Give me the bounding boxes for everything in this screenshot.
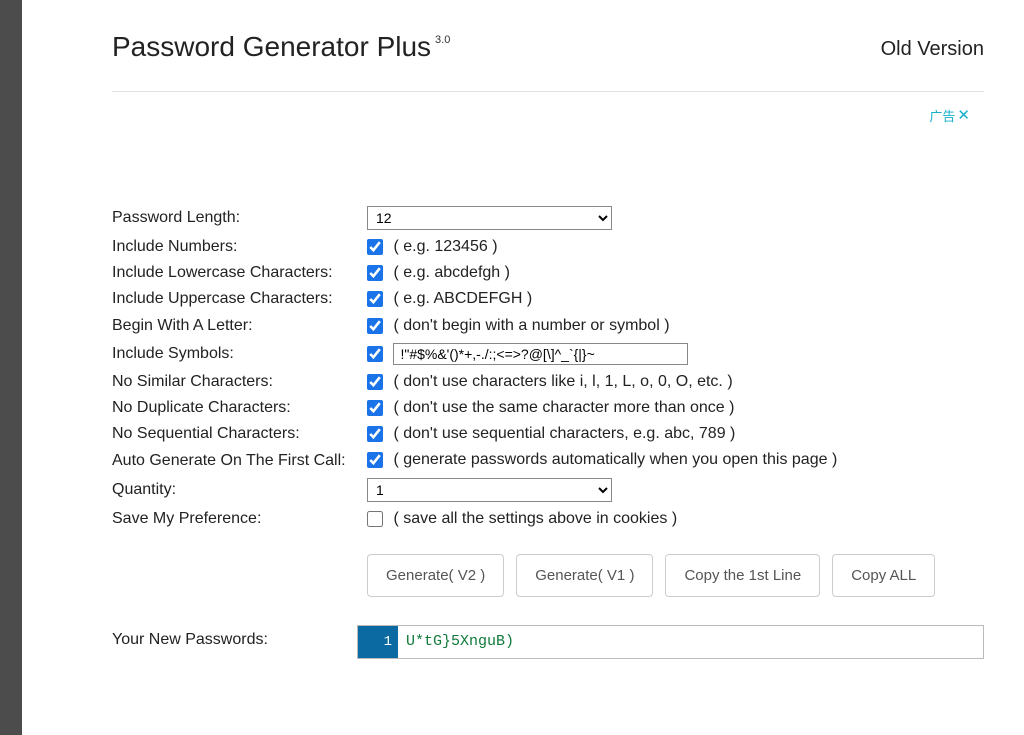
label-length: Password Length: <box>112 202 367 234</box>
old-version-link[interactable]: Old Version <box>881 32 984 61</box>
hint-seq: ( don't use sequential characters, e.g. … <box>393 425 735 442</box>
no-similar-checkbox[interactable] <box>367 374 383 390</box>
label-save: Save My Preference: <box>112 506 367 532</box>
hint-numbers: ( e.g. 123456 ) <box>393 238 497 255</box>
settings-form: Password Length: 12 Include Numbers: ( e… <box>112 202 935 601</box>
password-length-select[interactable]: 12 <box>367 206 612 230</box>
symbols-input[interactable] <box>393 343 688 365</box>
ad-area: 广告 ✕ <box>112 92 984 202</box>
output-box[interactable]: 1 U*tG}5XnguB) <box>357 625 984 659</box>
hint-lower: ( e.g. abcdefgh ) <box>393 264 510 281</box>
save-preference-checkbox[interactable] <box>367 511 383 527</box>
version-badge: 3.0 <box>435 34 450 46</box>
include-numbers-checkbox[interactable] <box>367 239 383 255</box>
header: Password Generator Plus 3.0 Old Version <box>112 0 984 92</box>
copy-first-line-button[interactable]: Copy the 1st Line <box>665 554 820 597</box>
include-lowercase-checkbox[interactable] <box>367 265 383 281</box>
hint-save: ( save all the settings above in cookies… <box>393 510 677 527</box>
generate-v1-button[interactable]: Generate( V1 ) <box>516 554 653 597</box>
page-title: Password Generator Plus <box>112 32 431 63</box>
copy-all-button[interactable]: Copy ALL <box>832 554 935 597</box>
label-seq: No Sequential Characters: <box>112 421 367 447</box>
quantity-select[interactable]: 1 <box>367 478 612 502</box>
label-similar: No Similar Characters: <box>112 369 367 395</box>
label-begin: Begin With A Letter: <box>112 313 367 339</box>
page: Password Generator Plus 3.0 Old Version … <box>22 0 1024 735</box>
hint-similar: ( don't use characters like i, l, 1, L, … <box>393 373 732 390</box>
ad-label: 广告 ✕ <box>929 106 970 125</box>
include-symbols-checkbox[interactable] <box>367 346 383 362</box>
hint-upper: ( e.g. ABCDEFGH ) <box>393 290 532 307</box>
label-auto: Auto Generate On The First Call: <box>112 447 367 473</box>
left-rail <box>0 0 22 735</box>
auto-generate-checkbox[interactable] <box>367 452 383 468</box>
no-duplicate-checkbox[interactable] <box>367 400 383 416</box>
output-row: Your New Passwords: 1 U*tG}5XnguB) <box>112 625 984 659</box>
label-qty: Quantity: <box>112 474 367 506</box>
hint-begin: ( don't begin with a number or symbol ) <box>393 317 669 334</box>
hint-dup: ( don't use the same character more than… <box>393 399 734 416</box>
ad-text: 广告 <box>929 106 955 125</box>
hint-auto: ( generate passwords automatically when … <box>393 451 837 468</box>
begin-with-letter-checkbox[interactable] <box>367 318 383 334</box>
generated-password: U*tG}5XnguB) <box>398 626 983 658</box>
label-symbols: Include Symbols: <box>112 339 367 369</box>
label-lower: Include Lowercase Characters: <box>112 260 367 286</box>
generate-v2-button[interactable]: Generate( V2 ) <box>367 554 504 597</box>
title-wrap: Password Generator Plus 3.0 <box>112 32 450 63</box>
label-dup: No Duplicate Characters: <box>112 395 367 421</box>
output-label: Your New Passwords: <box>112 625 357 649</box>
output-line-number: 1 <box>358 626 398 658</box>
include-uppercase-checkbox[interactable] <box>367 291 383 307</box>
action-bar: Generate( V2 ) Generate( V1 ) Copy the 1… <box>367 554 935 597</box>
no-sequential-checkbox[interactable] <box>367 426 383 442</box>
label-upper: Include Uppercase Characters: <box>112 286 367 312</box>
label-numbers: Include Numbers: <box>112 234 367 260</box>
close-icon[interactable]: ✕ <box>957 108 970 123</box>
